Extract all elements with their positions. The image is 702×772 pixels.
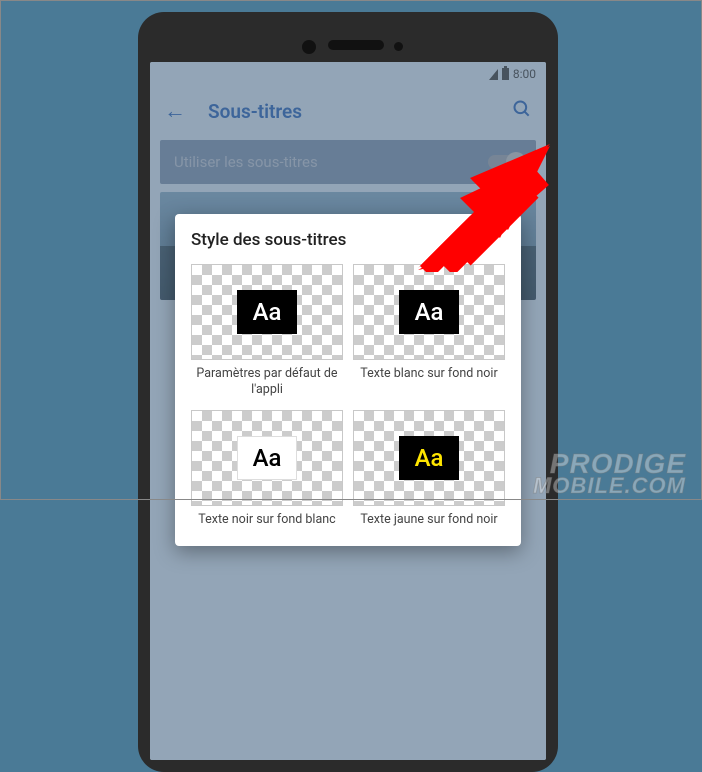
sensor-dot: [394, 42, 403, 51]
sample-aa: Aa: [399, 436, 459, 480]
style-preview: Aa: [353, 264, 505, 360]
style-option-label: Paramètres par défaut de l'appli: [191, 366, 343, 400]
style-option-white-on-black[interactable]: Aa Texte blanc sur fond noir: [353, 264, 505, 400]
style-options-grid: Aa Paramètres par défaut de l'appli Aa T…: [191, 264, 505, 546]
watermark-line2: MOBILE.COM: [533, 476, 686, 496]
style-option-yellow-on-black[interactable]: Aa Texte jaune sur fond noir: [353, 410, 505, 546]
style-preview: Aa: [191, 410, 343, 506]
style-option-label: Texte blanc sur fond noir: [353, 366, 505, 400]
style-option-label: Texte jaune sur fond noir: [353, 512, 505, 546]
sample-aa: Aa: [237, 436, 297, 480]
style-option-label: Texte noir sur fond blanc: [191, 512, 343, 546]
sample-aa: Aa: [237, 290, 297, 334]
speaker-grille: [328, 40, 384, 50]
camera-dot: [302, 40, 316, 54]
subtitle-style-dialog: Style des sous-titres Aa Paramètres par …: [175, 214, 521, 546]
style-preview: Aa: [353, 410, 505, 506]
style-preview: Aa: [191, 264, 343, 360]
phone-screen: 8:00 ← Sous-titres Utiliser les sous-tit…: [150, 62, 546, 760]
style-option-black-on-white[interactable]: Aa Texte noir sur fond blanc: [191, 410, 343, 546]
phone-frame: 8:00 ← Sous-titres Utiliser les sous-tit…: [138, 12, 558, 772]
dialog-title: Style des sous-titres: [191, 230, 505, 250]
watermark: PRODIGE MOBILE.COM: [533, 451, 686, 496]
style-option-app-default[interactable]: Aa Paramètres par défaut de l'appli: [191, 264, 343, 400]
sample-aa: Aa: [399, 290, 459, 334]
